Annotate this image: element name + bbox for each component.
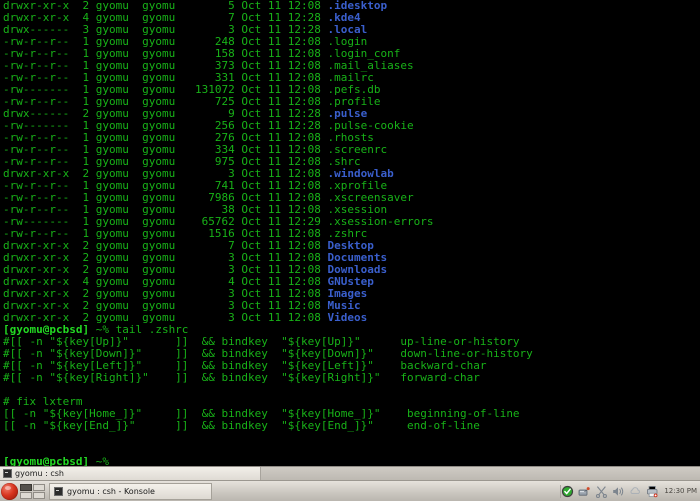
system-tray[interactable]: 12:30 PM (561, 485, 700, 498)
terminal-output-line: [[ -n "${key[End_]}" ]] && bindkey "${ke… (3, 419, 480, 432)
desktop-pager[interactable] (20, 483, 45, 499)
taskbar-window-label: gyomu : csh - Konsole (67, 486, 155, 496)
terminal-output-line: #[[ -n "${key[Right]}" ]] && bindkey "${… (3, 371, 480, 384)
terminal-prompt-line: [gyomu@pcbsd] ~% (3, 455, 109, 467)
terminal-text-buffer: drwxr-xr-x 2 gyomu gyomu 5 Oct 11 12:08 … (3, 0, 533, 466)
printer-icon[interactable] (646, 485, 659, 498)
pager-desktop-2[interactable] (33, 483, 45, 491)
taskbar-clock[interactable]: 12:30 PM (663, 487, 697, 495)
network-icon[interactable] (578, 485, 591, 498)
terminal-icon (3, 469, 12, 478)
pager-desktop-3[interactable] (20, 491, 32, 499)
taskbar-window-konsole[interactable]: gyomu : csh - Konsole (49, 482, 212, 500)
terminal-icon (54, 486, 63, 496)
check-shield-icon[interactable] (561, 485, 574, 498)
konsole-tab-bar[interactable]: gyomu : csh (0, 466, 700, 480)
scissors-icon[interactable] (595, 485, 608, 498)
tab-label: gyomu : csh (15, 469, 64, 478)
cloud-icon[interactable] (629, 485, 642, 498)
tab-bar-empty-area[interactable] (261, 467, 700, 480)
pager-desktop-1[interactable] (20, 483, 32, 491)
desktop-taskbar[interactable]: gyomu : csh - Konsole 12:30 PM (0, 480, 700, 501)
speaker-icon[interactable] (612, 485, 625, 498)
tab-gyomu-csh[interactable]: gyomu : csh (0, 467, 261, 480)
start-menu-icon[interactable] (1, 482, 18, 500)
pager-desktop-4[interactable] (33, 491, 45, 499)
konsole-terminal-view[interactable]: drwxr-xr-x 2 gyomu gyomu 5 Oct 11 12:08 … (0, 0, 700, 466)
